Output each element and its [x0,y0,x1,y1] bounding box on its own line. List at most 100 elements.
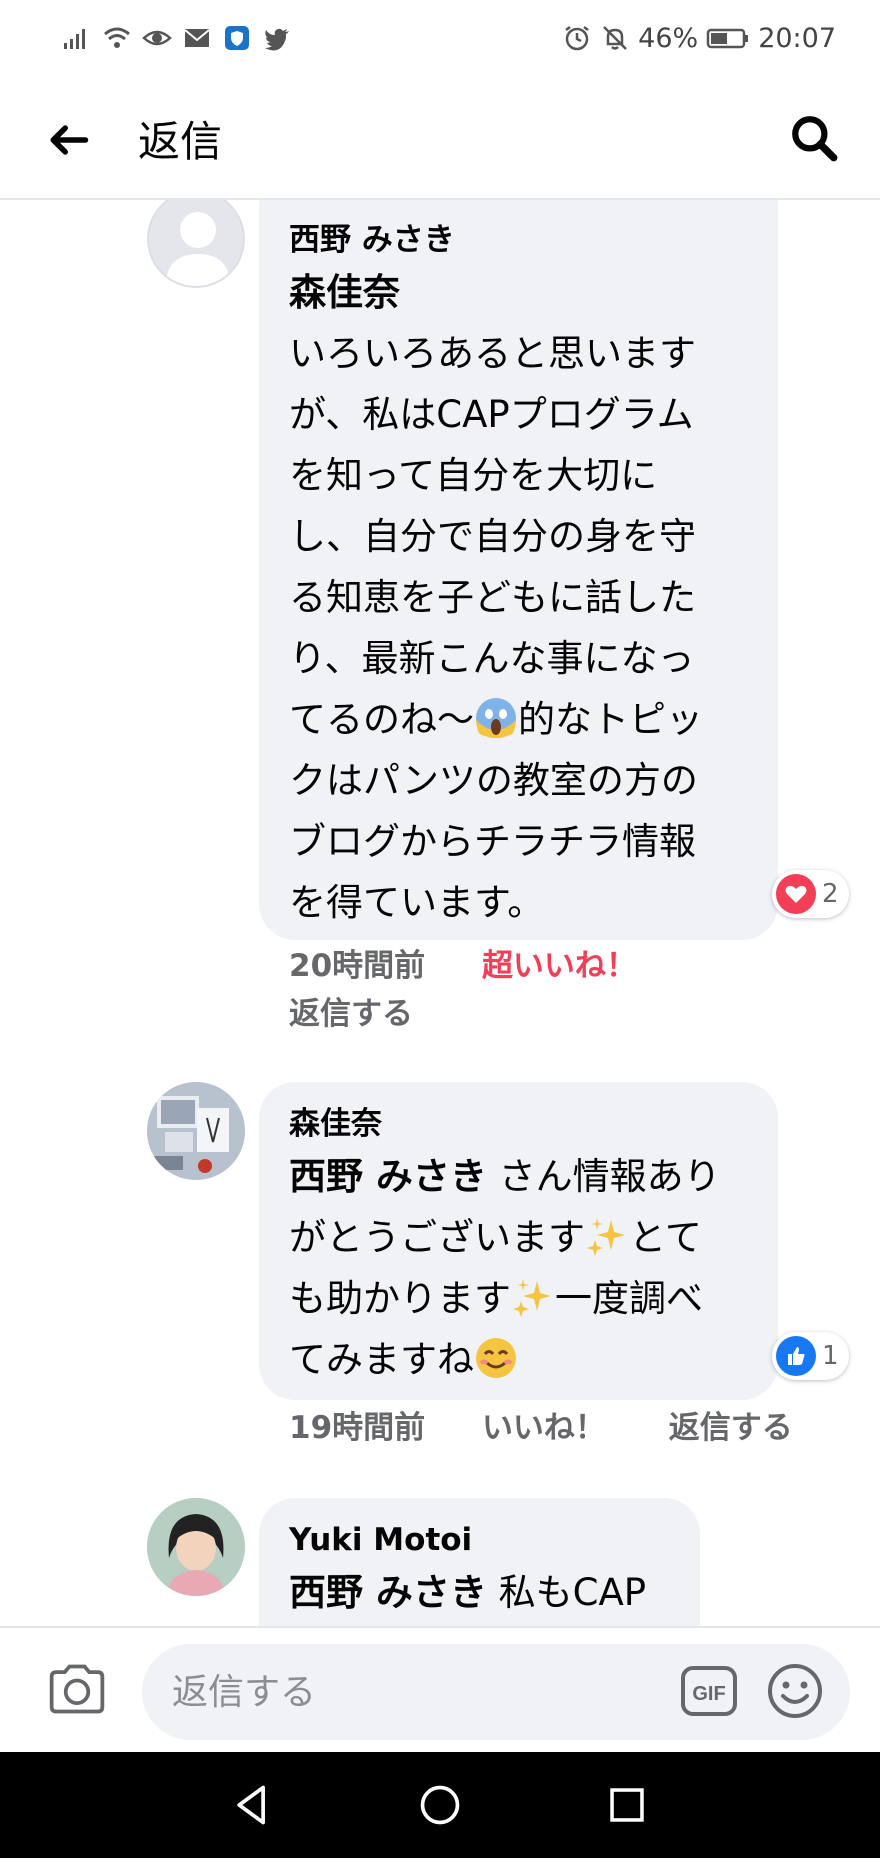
battery-percent: 46% [638,22,699,54]
status-left [62,18,292,58]
text-span: がとうございます [289,1216,585,1259]
comment-meta: 19時間前 いいね！ 返信する [289,1402,793,1447]
comment-author[interactable]: Yuki Motoi [289,1518,670,1562]
camera-icon [49,1664,105,1714]
reaction-summary[interactable]: 2 [772,870,849,918]
comment-body: 森佳奈 いろいろあると思います が、私はCAPプログラム を知って自分を大切に … [289,262,748,933]
sparkles-emoji-icon [511,1275,555,1319]
clock: 20:07 [758,22,836,54]
comment-bubble[interactable]: 西野 みさき 森佳奈 いろいろあると思います が、私はCAPプログラム を知って… [259,200,778,940]
wifi-icon [102,23,132,53]
text-line: り、最新こんな事になっ [289,637,695,680]
reply-input[interactable] [142,1644,850,1740]
comment-bubble[interactable]: 森佳奈 西野 みさき さん情報あり がとうございます とて も助かります 一度調べ … [259,1082,778,1400]
gif-label: GIF [692,1683,725,1705]
text-line: ブログからチラチラ情報 [289,820,696,863]
app-bar: 返信 [0,76,880,200]
bell-off-icon [600,23,630,53]
search-icon [792,116,838,162]
love-reaction-icon [776,874,816,914]
text-span: も助かります [289,1277,511,1320]
text-line: がとうございます とて [289,1207,748,1268]
nav-home-button[interactable] [415,1780,465,1830]
reply-composer: GIF [0,1626,880,1752]
system-nav-bar [0,1752,880,1858]
avatar-photo-icon [147,1082,245,1180]
mention-tag[interactable]: 森佳奈 [289,262,748,323]
text-line: を知って自分を大切に [289,454,658,497]
text-line: 西野 みさき さん情報あり [289,1146,748,1207]
back-button[interactable] [40,112,96,168]
triangle-back-icon [237,1785,265,1825]
camera-button[interactable] [44,1656,110,1722]
super-like-button[interactable]: 超いいね！ [482,940,637,985]
reaction-summary[interactable]: 1 [772,1332,849,1380]
comment-bubble[interactable]: Yuki Motoi 西野 みさき 私もCAP [259,1498,700,1626]
comment-time: 20時間前 [289,948,426,984]
comment-item: Yuki Motoi 西野 みさき 私もCAP [0,1498,880,1626]
text-line: が、私はCAPプログラム [289,393,694,436]
text-span: 的なトピッ [518,698,703,741]
scream-emoji-icon [474,696,518,740]
comment-author[interactable]: 森佳奈 [289,1102,748,1146]
battery-icon [706,23,750,53]
square-recents-icon [610,1788,644,1822]
arrow-left-icon [50,125,89,155]
comment-author[interactable]: 西野 みさき [289,218,748,262]
eye-icon [142,23,172,53]
mention-tag[interactable]: 西野 みさき [289,1571,487,1614]
text-line: てるのね〜 的なトピッ [289,689,748,750]
reply-button[interactable]: 返信する [669,1402,793,1447]
avatar-photo-icon [147,1498,245,1596]
status-right: 46% 20:07 [562,18,836,58]
reaction-count: 2 [822,879,839,909]
text-span: さん情報あり [486,1155,721,1198]
comment-time: 19時間前 [289,1410,426,1446]
text-line: る知恵を子どもに話した [289,576,696,619]
search-button[interactable] [786,110,842,166]
like-button[interactable]: いいね！ [482,1402,606,1447]
text-span: とて [629,1216,702,1259]
screen: 46% 20:07 返信 西野 みさき 森佳奈 いろいろあると思います が、私は… [0,0,880,1858]
text-line: いろいろあると思います [289,332,696,375]
avatar-default[interactable] [147,200,245,288]
page-title: 返信 [138,117,223,166]
gif-button[interactable]: GIF [680,1662,738,1720]
twitter-icon [262,23,292,53]
text-span: てみますね [289,1338,474,1381]
circle-home-icon [420,1785,460,1825]
text-span: 一度調べ [555,1277,703,1320]
text-line: を得ています。 [289,881,545,924]
smiling-emoji-icon [474,1336,518,1380]
text-line: てみますね [289,1329,748,1390]
signal-icon [62,23,92,53]
like-reaction-icon [776,1336,816,1376]
text-span: てるのね〜 [289,698,474,741]
replies-list[interactable]: 西野 みさき 森佳奈 いろいろあると思います が、私はCAPプログラム を知って… [0,200,880,1626]
alarm-icon [562,23,592,53]
default-avatar-icon [165,212,231,286]
text-line: も助かります 一度調べ [289,1268,748,1329]
nav-back-button[interactable] [228,1780,278,1830]
shield-app-icon [222,23,252,53]
avatar-mori-kana[interactable] [147,1082,245,1180]
gif-icon: GIF [681,1666,737,1716]
reaction-count: 1 [822,1341,839,1371]
text-line: クはパンツの教室の方の [289,759,698,802]
reply-button[interactable]: 返信する [289,988,413,1033]
mention-tag[interactable]: 西野 みさき [289,1155,487,1198]
comment-item: 西野 みさき 森佳奈 いろいろあると思います が、私はCAPプログラム を知って… [0,200,880,1060]
text-line: し、自分で自分の身を守 [289,515,696,558]
comment-meta-reply: 返信する [289,988,413,1033]
comment-body: 西野 みさき さん情報あり がとうございます とて も助かります 一度調べ てみます… [289,1146,748,1390]
mail-icon [182,23,212,53]
comment-meta: 20時間前 超いいね！ [289,940,637,985]
comment-item: 森佳奈 西野 みさき さん情報あり がとうございます とて も助かります 一度調べ … [0,1082,880,1446]
emoji-button[interactable] [766,1662,824,1720]
smiley-icon [768,1664,822,1718]
nav-recents-button[interactable] [602,1780,652,1830]
avatar-yuki-motoi[interactable] [147,1498,245,1596]
text-span: 私もCAP [486,1571,647,1614]
comment-body: 西野 みさき 私もCAP [289,1562,670,1623]
status-bar: 46% 20:07 [0,0,880,76]
